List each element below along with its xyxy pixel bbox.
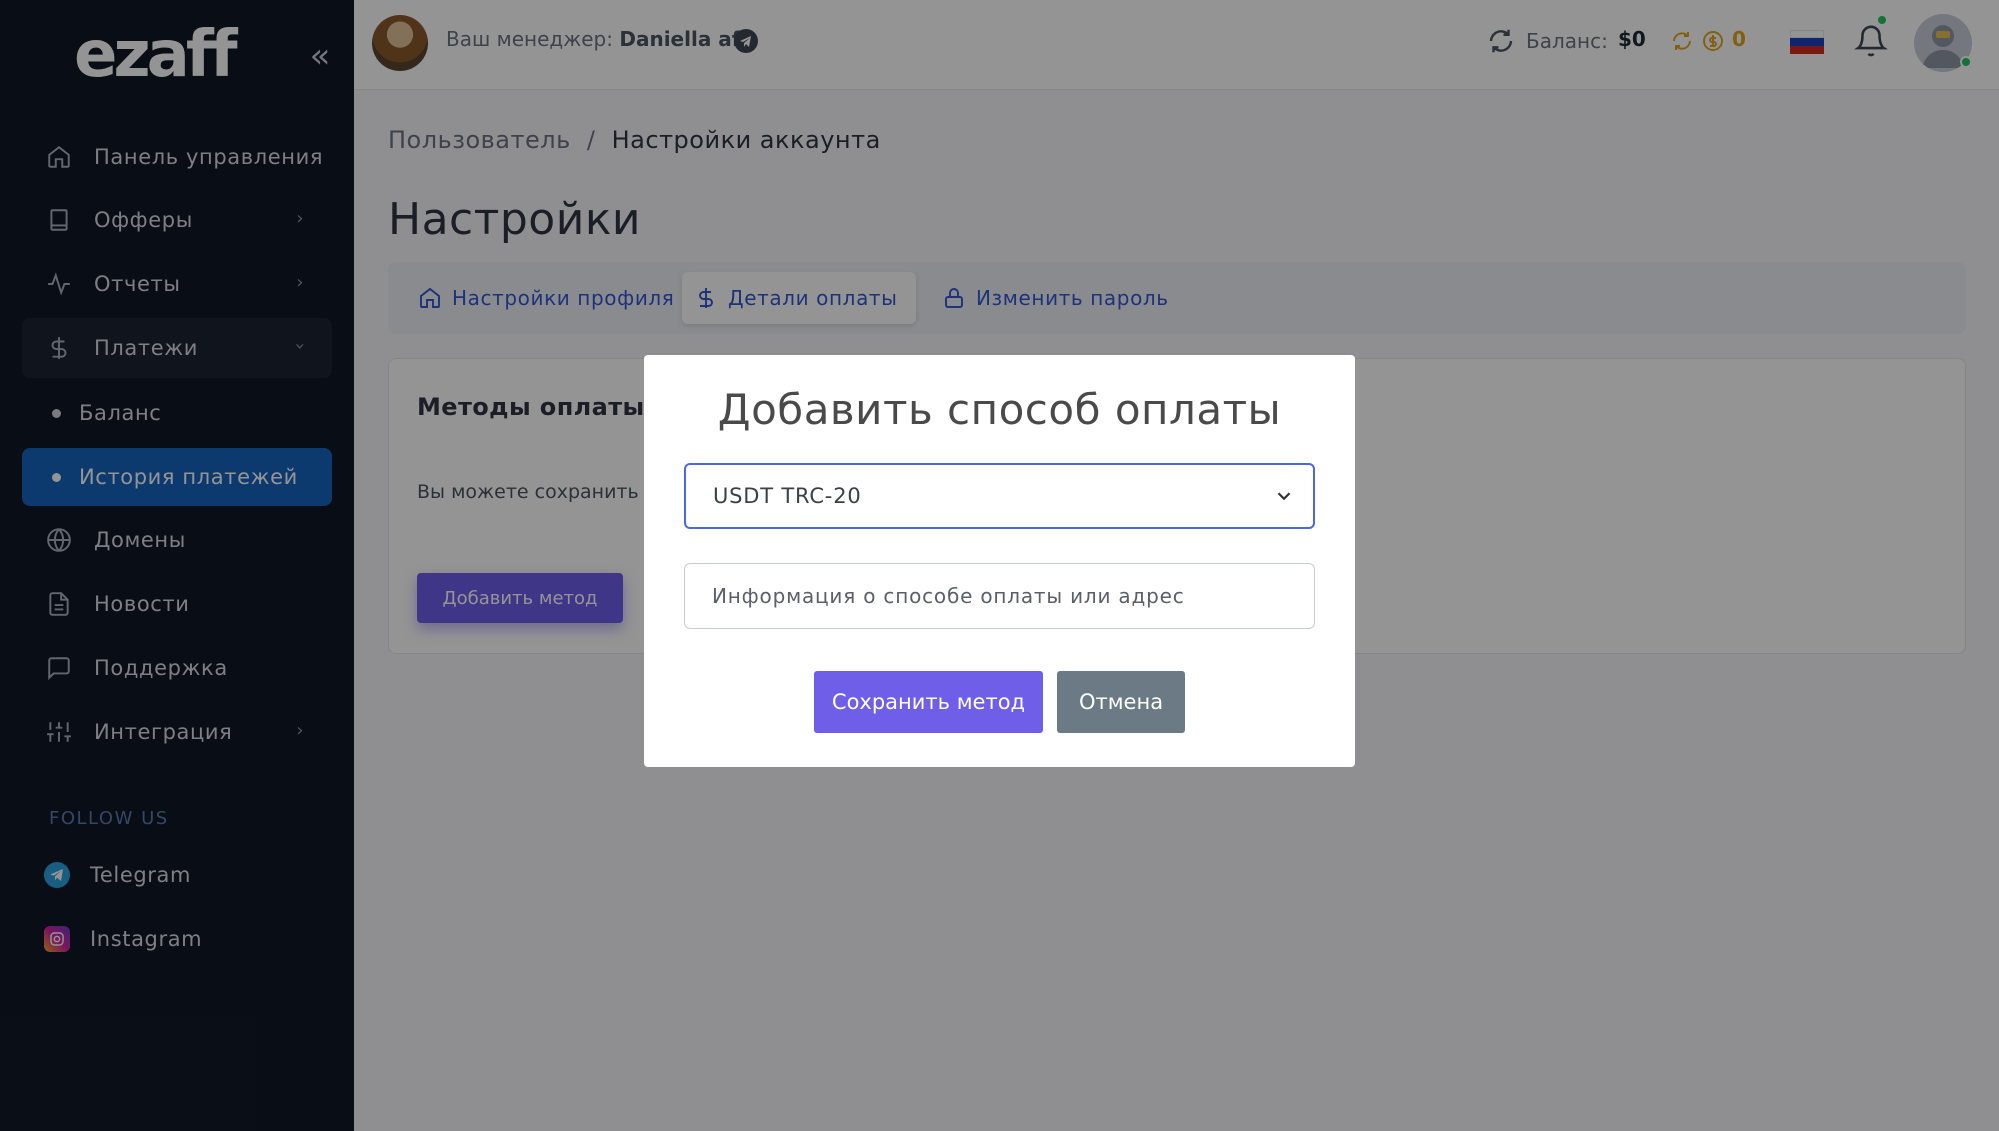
selected-method: USDT TRC-20 xyxy=(713,484,862,508)
save-method-button[interactable]: Сохранить метод xyxy=(814,671,1043,733)
modal-title: Добавить способ оплаты xyxy=(717,385,1282,434)
add-payment-method-modal: Добавить способ оплаты USDT TRC-20 Сохра… xyxy=(644,355,1355,767)
payment-method-select[interactable]: USDT TRC-20 xyxy=(684,463,1315,529)
payment-details-input[interactable] xyxy=(684,563,1315,629)
chevron-down-icon xyxy=(1273,485,1295,507)
cancel-button[interactable]: Отмена xyxy=(1057,671,1185,733)
